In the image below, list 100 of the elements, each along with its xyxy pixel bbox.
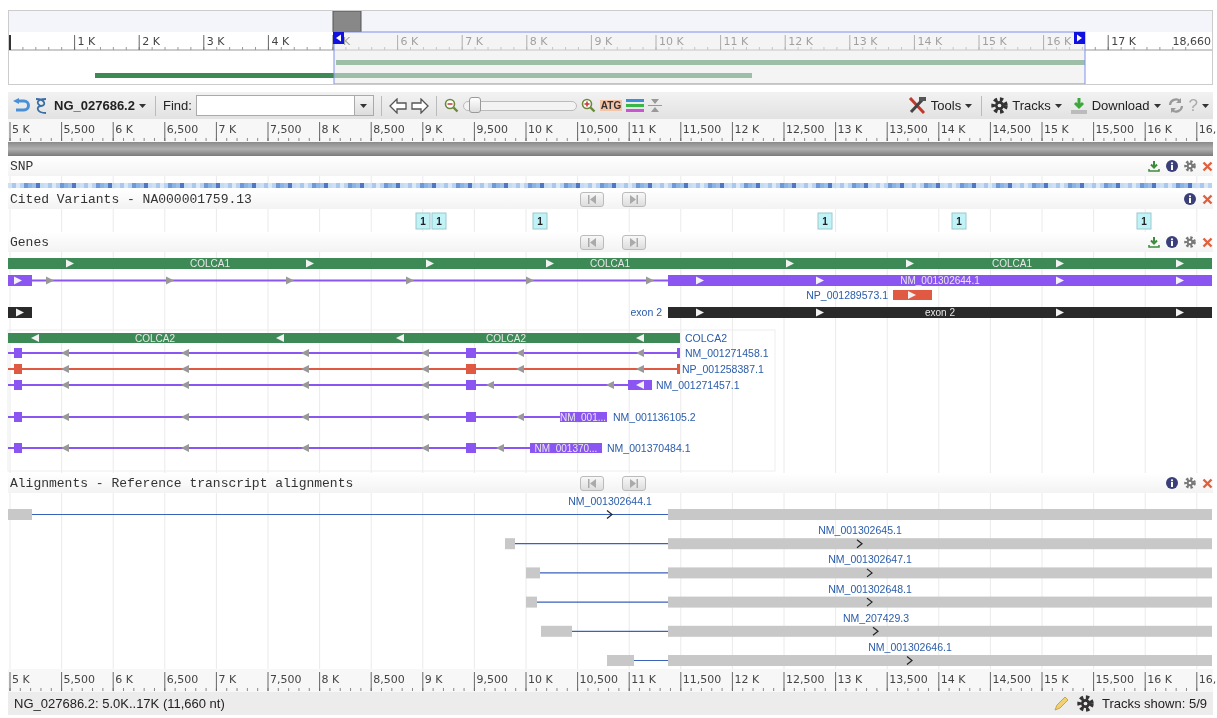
ruler-label: 6,500 xyxy=(166,673,199,686)
previous-button[interactable] xyxy=(580,192,604,207)
previous-button[interactable] xyxy=(580,235,604,250)
transcript[interactable] xyxy=(7,348,681,358)
ruler-label: 8,500 xyxy=(373,673,405,686)
previous-button[interactable] xyxy=(580,476,604,491)
track-title: SNP xyxy=(9,158,34,174)
feature-label: exon 2 xyxy=(925,307,955,318)
ruler-label: 2 K xyxy=(142,35,160,48)
alignment-label: NM_001302645.1 xyxy=(818,524,902,537)
track-config-icon[interactable] xyxy=(626,98,645,113)
undo-icon[interactable] xyxy=(12,97,30,114)
variant-count-badge[interactable] xyxy=(817,212,833,230)
alignment-label: NM_001302644.1 xyxy=(568,495,652,507)
ruler-label: 16 K xyxy=(1046,35,1072,48)
variant-count: 1 xyxy=(822,216,828,227)
ruler-label: 12 K xyxy=(788,35,813,48)
ruler-label: 6 K xyxy=(115,123,133,136)
sequence-view-button[interactable]: ATG xyxy=(599,100,623,111)
ruler-label: 9 K xyxy=(594,35,613,48)
ruler-label: 10,500 xyxy=(579,673,619,686)
transcript[interactable] xyxy=(8,275,1212,286)
tools-button[interactable]: Tools xyxy=(904,96,975,115)
slider-thumb[interactable] xyxy=(469,96,482,113)
collapse-icon[interactable] xyxy=(648,98,663,113)
alignment-label: NM_001302648.1 xyxy=(828,582,912,595)
back-arrow-icon[interactable] xyxy=(388,97,407,114)
ruler-label: 11 K xyxy=(723,35,749,48)
variant-count-badge[interactable] xyxy=(1136,212,1152,230)
transcript[interactable] xyxy=(7,412,607,422)
skip-previous-icon xyxy=(586,195,598,204)
close-icon[interactable] xyxy=(1202,477,1213,489)
variant-count-badge[interactable] xyxy=(431,212,447,230)
feature-label: NM_001136105.2 xyxy=(613,410,696,423)
gene-bar[interactable] xyxy=(8,333,680,343)
caret-icon xyxy=(1054,103,1062,108)
next-button[interactable] xyxy=(622,476,646,491)
ruler-label: 6 K xyxy=(115,673,133,686)
ruler-label: 11 K xyxy=(631,123,656,136)
close-icon[interactable] xyxy=(1202,193,1213,205)
ruler-label: 17 K xyxy=(1111,35,1136,48)
protein-feature[interactable] xyxy=(893,290,932,300)
variant-count-badge[interactable] xyxy=(951,212,967,230)
ruler-label: 16, xyxy=(1198,673,1217,686)
zoom-slider[interactable] xyxy=(462,100,577,111)
ruler-label: 16 K xyxy=(1147,673,1172,686)
transcript[interactable] xyxy=(7,380,652,390)
zoom-in-icon[interactable] xyxy=(580,98,596,113)
variant-count: 1 xyxy=(956,216,962,227)
refresh-icon[interactable] xyxy=(1166,97,1185,114)
strand-icon[interactable] xyxy=(34,96,48,115)
info-icon[interactable] xyxy=(1166,477,1178,489)
info-icon[interactable] xyxy=(1184,193,1196,205)
feature-label: NM_001370484.1 xyxy=(607,441,691,454)
sequence-dropdown[interactable]: NG_027686.2 xyxy=(52,98,148,113)
ruler-label: 7 K xyxy=(465,35,483,48)
track-title: Genes xyxy=(9,234,49,250)
forward-arrow-icon[interactable] xyxy=(410,97,429,114)
zoom-out-icon[interactable] xyxy=(443,98,459,113)
ruler-label: 9,500 xyxy=(476,673,508,686)
find-label: Find: xyxy=(162,98,192,113)
info-icon[interactable] xyxy=(1166,236,1178,248)
ruler-label: 11 K xyxy=(631,673,656,686)
skip-next-icon xyxy=(628,195,640,204)
next-button[interactable] xyxy=(622,192,646,207)
variant-count-badge[interactable] xyxy=(415,212,431,230)
close-icon[interactable] xyxy=(1202,160,1213,172)
variant-count-badge[interactable] xyxy=(532,212,548,230)
location-text: NG_027686.2: 5.0K..17K (11,660 nt) xyxy=(14,696,225,711)
tracks-shown-text: Tracks shown: 5/9 xyxy=(1102,696,1207,711)
close-icon[interactable] xyxy=(1202,236,1213,248)
find-field[interactable] xyxy=(195,95,374,116)
variant-count: 1 xyxy=(420,216,426,227)
download-button[interactable]: Download xyxy=(1067,96,1163,115)
tracks-button[interactable]: Tracks xyxy=(989,97,1064,114)
ruler-label: 13 K xyxy=(852,35,878,48)
position-marker[interactable] xyxy=(332,10,362,33)
download-icon[interactable] xyxy=(1148,236,1160,248)
gene-bar[interactable] xyxy=(8,258,1212,269)
gene-label: COLCA2 xyxy=(135,332,175,344)
transcript[interactable] xyxy=(7,443,602,453)
feature-label: NM_001302644.1 xyxy=(900,275,980,286)
protein-feature[interactable] xyxy=(7,364,681,374)
download-icon[interactable] xyxy=(1148,160,1160,172)
settings-icon[interactable] xyxy=(1077,695,1094,712)
ruler-label: 10,500 xyxy=(579,123,619,136)
alignment-label: NM_001302647.1 xyxy=(828,553,912,566)
alignment[interactable] xyxy=(8,509,1212,520)
left-handle[interactable] xyxy=(333,32,344,44)
download-icon xyxy=(1069,96,1088,115)
ruler-label: 6 K xyxy=(400,35,419,48)
right-handle[interactable] xyxy=(1074,32,1085,44)
ruler-label: 12,500 xyxy=(786,123,825,136)
ruler-label: 12 K xyxy=(734,673,760,686)
ruler-label: 5 K xyxy=(12,123,30,136)
alignment[interactable] xyxy=(505,538,1212,550)
info-icon[interactable] xyxy=(1166,160,1178,172)
ruler-label: 14 K xyxy=(940,673,966,686)
next-button[interactable] xyxy=(622,235,646,250)
exon-feature[interactable] xyxy=(8,307,1212,318)
